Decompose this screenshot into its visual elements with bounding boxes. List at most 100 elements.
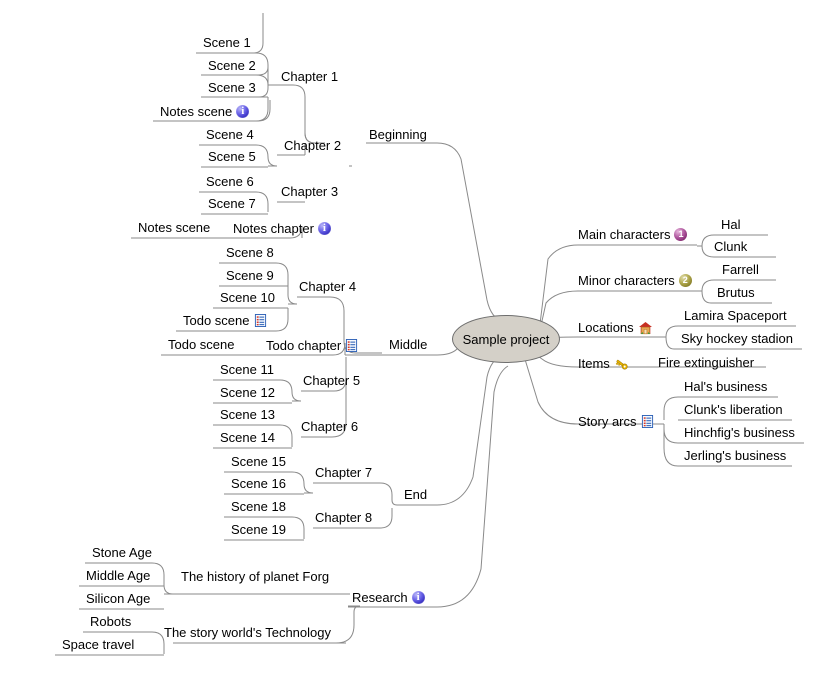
node-label-scene-8: Scene 8	[226, 245, 274, 260]
node-label-locations: Locations	[578, 320, 634, 335]
node-space-travel[interactable]: Space travel	[62, 637, 134, 652]
node-chapter-8[interactable]: Chapter 8	[315, 510, 372, 525]
node-label-technology: The story world's Technology	[164, 625, 331, 640]
node-fire-extinguisher[interactable]: Fire extinguisher	[658, 355, 754, 370]
node-middle[interactable]: Middle	[389, 337, 427, 352]
node-technology[interactable]: The story world's Technology	[164, 625, 331, 640]
node-chapter-6[interactable]: Chapter 6	[301, 419, 358, 434]
node-label-sky-hockey-stadion: Sky hockey stadion	[681, 331, 794, 346]
node-hals-business[interactable]: Hal's business	[684, 379, 767, 394]
node-label-scene-15: Scene 15	[231, 454, 286, 469]
node-brutus[interactable]: Brutus	[717, 285, 755, 300]
node-label-scene-10: Scene 10	[220, 290, 275, 305]
node-label-history-planet-forg: The history of planet Forg	[181, 569, 330, 584]
node-hinchfigs-business[interactable]: Hinchfig's business	[684, 425, 795, 440]
node-clunks-liberation[interactable]: Clunk's liberation	[684, 402, 783, 417]
node-minor-characters[interactable]: Minor characters	[578, 273, 692, 288]
node-chapter-7[interactable]: Chapter 7	[315, 465, 372, 480]
todo-list-icon	[346, 339, 358, 352]
node-label-chapter-1: Chapter 1	[281, 69, 339, 84]
node-label-silicon-age: Silicon Age	[86, 591, 151, 606]
node-notes-chapter[interactable]: Notes chapter	[233, 221, 331, 236]
node-label-scene-6: Scene 6	[206, 174, 254, 189]
node-label-chapter-5: Chapter 5	[303, 373, 361, 388]
node-label-middle-age: Middle Age	[86, 568, 151, 583]
node-label-farrell: Farrell	[722, 262, 759, 277]
node-label-research: Research	[352, 590, 408, 605]
node-label-notes-scene-1: Notes scene	[160, 104, 233, 119]
node-label-scene-3: Scene 3	[208, 80, 256, 95]
node-silicon-age[interactable]: Silicon Age	[86, 591, 150, 606]
node-middle-age[interactable]: Middle Age	[86, 568, 150, 583]
node-farrell[interactable]: Farrell	[722, 262, 759, 277]
node-label-items: Items	[578, 356, 610, 371]
node-beginning[interactable]: Beginning	[369, 127, 427, 142]
node-todo-scene-2[interactable]: Todo scene	[168, 337, 235, 352]
node-label-space-travel: Space travel	[62, 637, 135, 652]
node-label-minor-characters: Minor characters	[578, 273, 675, 288]
node-chapter-3[interactable]: Chapter 3	[281, 184, 338, 199]
node-clunk[interactable]: Clunk	[714, 239, 747, 254]
node-items[interactable]: Items	[578, 356, 629, 371]
node-label-hinchfigs-business: Hinchfig's business	[684, 425, 795, 440]
node-label-todo-chapter: Todo chapter	[266, 338, 342, 353]
node-label-scene-14: Scene 14	[220, 430, 275, 445]
node-locations[interactable]: Locations	[578, 320, 653, 335]
node-chapter-2[interactable]: Chapter 2	[284, 138, 341, 153]
node-research[interactable]: Research	[352, 590, 425, 605]
node-label-stone-age: Stone Age	[92, 545, 152, 560]
node-scene-10[interactable]: Scene 10	[220, 290, 275, 305]
node-lamira-spaceport[interactable]: Lamira Spaceport	[684, 308, 787, 323]
node-history-planet-forg[interactable]: The history of planet Forg	[181, 569, 329, 584]
node-hal[interactable]: Hal	[721, 217, 741, 232]
node-notes-scene-2[interactable]: Notes scene	[138, 220, 210, 235]
node-label-scene-7: Scene 7	[208, 196, 256, 211]
node-scene-9[interactable]: Scene 9	[226, 268, 274, 283]
node-label-notes-chapter: Notes chapter	[233, 221, 314, 236]
node-robots[interactable]: Robots	[90, 614, 131, 629]
node-chapter-1[interactable]: Chapter 1	[281, 69, 338, 84]
node-label-scene-18: Scene 18	[231, 499, 286, 514]
node-scene-6[interactable]: Scene 6	[206, 174, 254, 189]
node-chapter-5[interactable]: Chapter 5	[303, 373, 360, 388]
node-scene-2[interactable]: Scene 2	[208, 58, 256, 73]
node-sky-hockey-stadion[interactable]: Sky hockey stadion	[681, 331, 793, 346]
node-scene-1[interactable]: Scene 1	[203, 35, 251, 50]
node-stone-age[interactable]: Stone Age	[92, 545, 152, 560]
node-scene-8[interactable]: Scene 8	[226, 245, 274, 260]
node-label-lamira-spaceport: Lamira Spaceport	[684, 308, 787, 323]
node-scene-13[interactable]: Scene 13	[220, 407, 275, 422]
key-icon	[615, 359, 628, 369]
node-label-scene-16: Scene 16	[231, 476, 286, 491]
node-scene-4[interactable]: Scene 4	[206, 127, 254, 142]
node-label-jerlings-business: Jerling's business	[684, 448, 787, 463]
node-todo-chapter[interactable]: Todo chapter	[266, 338, 358, 353]
node-scene-18[interactable]: Scene 18	[231, 499, 286, 514]
node-label-scene-11: Scene 11	[220, 362, 274, 377]
node-label-middle: Middle	[389, 337, 428, 352]
node-scene-14[interactable]: Scene 14	[220, 430, 275, 445]
node-label-chapter-8: Chapter 8	[315, 510, 373, 525]
node-scene-15[interactable]: Scene 15	[231, 454, 286, 469]
node-chapter-4[interactable]: Chapter 4	[299, 279, 356, 294]
node-scene-19[interactable]: Scene 19	[231, 522, 286, 537]
node-label-chapter-4: Chapter 4	[299, 279, 357, 294]
node-label-robots: Robots	[90, 614, 132, 629]
node-label-todo-scene-1: Todo scene	[183, 313, 250, 328]
node-scene-7[interactable]: Scene 7	[208, 196, 256, 211]
node-notes-scene-1[interactable]: Notes scene	[160, 104, 250, 119]
node-scene-16[interactable]: Scene 16	[231, 476, 286, 491]
center-node-sample-project[interactable]: Sample project	[452, 315, 560, 363]
node-scene-3[interactable]: Scene 3	[208, 80, 256, 95]
node-label-scene-12: Scene 12	[220, 385, 275, 400]
node-label-beginning: Beginning	[369, 127, 427, 142]
node-main-characters[interactable]: Main characters	[578, 227, 688, 242]
node-jerlings-business[interactable]: Jerling's business	[684, 448, 786, 463]
node-end[interactable]: End	[404, 487, 427, 502]
number-2-icon	[678, 274, 692, 287]
node-scene-11[interactable]: Scene 11	[220, 362, 274, 377]
node-story-arcs[interactable]: Story arcs	[578, 414, 654, 429]
node-todo-scene-1[interactable]: Todo scene	[183, 313, 267, 328]
node-scene-5[interactable]: Scene 5	[208, 149, 256, 164]
node-scene-12[interactable]: Scene 12	[220, 385, 275, 400]
